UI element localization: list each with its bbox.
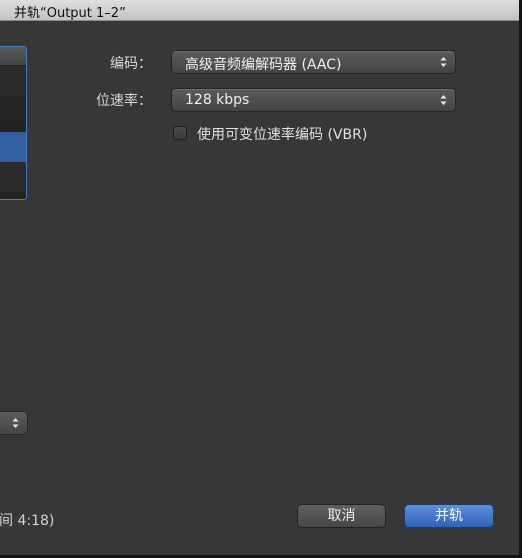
list-item[interactable] (0, 66, 26, 96)
bounce-button[interactable]: 并轨 (404, 504, 494, 528)
up-down-arrows-icon (440, 95, 447, 105)
up-down-arrows-icon (440, 57, 447, 67)
up-down-arrows-icon (12, 418, 19, 428)
bitrate-value: 128 kbps (185, 92, 250, 108)
bounce-dialog: 并轨“Output 1–2” 编码： 高级音频编解码器 (AAC) 位速率： 1… (0, 0, 522, 558)
cancel-button[interactable]: 取消 (297, 504, 386, 528)
codec-value: 高级音频编解码器 (AAC) (185, 57, 342, 73)
vbr-label[interactable]: 使用可变位速率编码 (VBR) (197, 124, 367, 144)
bitrate-popup[interactable]: 128 kbps (171, 88, 456, 112)
bitrate-label: 位速率： (96, 93, 152, 109)
codec-label: 编码： (110, 56, 152, 72)
window-title: 并轨“Output 1–2” (14, 6, 126, 21)
list-item[interactable] (0, 162, 26, 192)
list-item[interactable] (0, 96, 26, 126)
codec-popup[interactable]: 高级音频编解码器 (AAC) (171, 50, 456, 74)
list-item-selected[interactable] (0, 132, 26, 162)
title-bar[interactable]: 并轨“Output 1–2” (0, 0, 519, 21)
list-header (0, 47, 26, 66)
vbr-checkbox[interactable] (173, 126, 187, 140)
duration-text: 间 4:18) (0, 513, 55, 529)
destination-list[interactable] (0, 46, 27, 200)
format-popup-partial[interactable] (0, 411, 28, 435)
